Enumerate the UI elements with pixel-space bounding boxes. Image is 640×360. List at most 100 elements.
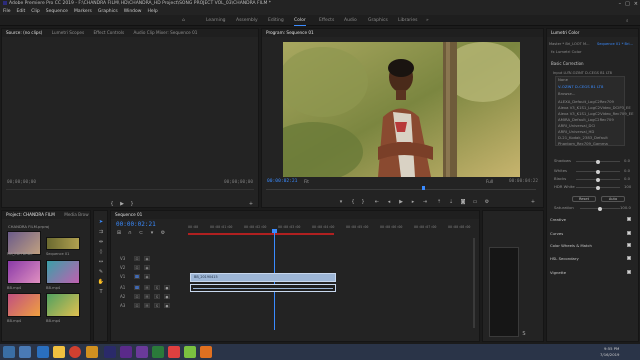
source-timecode-left[interactable]: 00;00;00;00	[7, 180, 36, 185]
hand-tool-icon[interactable]: ✋	[98, 279, 104, 285]
compare-view-icon[interactable]: ▭	[472, 199, 478, 205]
track-mute-icon[interactable]: M	[144, 294, 150, 299]
settings-icon[interactable]: ⚙	[484, 199, 490, 205]
insert-nest-icon[interactable]: ⊞	[116, 230, 122, 236]
track-mute-icon[interactable]: M	[144, 303, 150, 308]
program-fit-dropdown[interactable]: Fit	[304, 179, 309, 184]
workspace-more-icon[interactable]: »	[426, 18, 429, 23]
vlc-icon[interactable]	[86, 346, 98, 358]
file-explorer-icon[interactable]	[19, 346, 31, 358]
workspace-effects[interactable]: Effects	[319, 18, 334, 23]
track-eye-icon[interactable]: ◉	[144, 265, 150, 270]
workspace-color[interactable]: Color	[294, 18, 306, 26]
timeline-settings-icon[interactable]: ⚙	[160, 230, 166, 236]
lut-option[interactable]: Browse...	[558, 91, 575, 96]
shadows-value[interactable]: 0.0	[624, 158, 630, 163]
track-mute-icon[interactable]: M	[144, 285, 150, 290]
lut-option[interactable]: ALEXA_Default_LogC2Rec709	[558, 99, 614, 104]
tab-effect-controls[interactable]: Effect Controls	[93, 30, 124, 35]
mark-out-icon[interactable]: }	[129, 201, 135, 207]
close-icon[interactable]: ×	[634, 0, 638, 8]
razor-tool-icon[interactable]: ◊	[98, 249, 104, 255]
saturation-value[interactable]: 100.0	[620, 205, 631, 210]
track-label[interactable]: V2	[120, 265, 125, 270]
selection-tool-icon[interactable]: ➤	[98, 219, 104, 225]
blacks-slider-knob[interactable]	[596, 177, 600, 182]
play-icon[interactable]: ▶	[398, 199, 404, 205]
project-item-thumbnail[interactable]	[46, 260, 80, 284]
minimize-icon[interactable]: –	[619, 0, 622, 8]
program-quality-dropdown[interactable]: Full	[486, 179, 493, 184]
lut-option[interactable]: Alexa V3_K1S1_LogC2Video_Rec709_EE	[558, 111, 633, 116]
maximize-icon[interactable]: □	[625, 0, 630, 8]
go-to-out-icon[interactable]: ⇥	[422, 199, 428, 205]
creative-checkbox[interactable]	[627, 217, 631, 221]
mark-in-icon[interactable]: {	[109, 201, 115, 207]
track-mic-icon[interactable]: ●	[164, 303, 170, 308]
menu-edit[interactable]: Edit	[17, 8, 26, 15]
workspace-editing[interactable]: Editing	[268, 18, 284, 23]
track-label[interactable]: A1	[120, 285, 125, 290]
hdr-white-slider[interactable]	[576, 185, 620, 190]
pen-tool-icon[interactable]: ✎	[98, 269, 104, 275]
lut-option[interactable]: D-21_Kodak_2383_Default	[558, 135, 608, 140]
track-lock-icon[interactable]: ⊡	[134, 294, 140, 299]
home-icon[interactable]: ⌂	[182, 18, 185, 23]
menu-clip[interactable]: Clip	[31, 8, 40, 15]
project-item-thumbnail[interactable]	[46, 237, 80, 250]
taskbar-date[interactable]: 7/16/2019	[600, 352, 619, 357]
add-marker-icon[interactable]: ▾	[149, 230, 155, 236]
menu-help[interactable]: Help	[147, 8, 157, 15]
tab-audio-clip-mixer[interactable]: Audio Clip Mixer: Sequence 01	[134, 30, 198, 35]
track-mic-icon[interactable]: ●	[164, 285, 170, 290]
chrome-icon[interactable]	[69, 346, 81, 358]
audio-clip[interactable]	[190, 284, 336, 292]
step-forward-icon[interactable]: ▸	[410, 199, 416, 205]
extract-icon[interactable]: ⇣	[448, 199, 454, 205]
track-eye-icon[interactable]: ◉	[144, 274, 150, 279]
mark-out-icon[interactable]: }	[360, 199, 366, 205]
lut-option[interactable]: ARRI_Universal_HD	[558, 129, 594, 134]
tab-source[interactable]: Source: (no clips)	[6, 30, 42, 35]
app-icon[interactable]	[184, 346, 196, 358]
curves-section[interactable]: Curves	[550, 231, 563, 236]
lut-option[interactable]: AMIRA_Default_LogC2Rec709	[558, 117, 614, 122]
search-icon[interactable]: ⌕	[626, 18, 629, 24]
shadows-slider-knob[interactable]	[596, 159, 600, 164]
whites-value[interactable]: 0.0	[624, 168, 630, 173]
add-button-icon[interactable]: +	[530, 199, 536, 205]
menu-window[interactable]: Window	[124, 8, 142, 15]
project-item-thumbnail[interactable]	[7, 260, 41, 284]
ie-icon[interactable]	[37, 346, 49, 358]
play-icon[interactable]: ▶	[119, 201, 125, 207]
add-marker-icon[interactable]: ▾	[338, 199, 344, 205]
track-label[interactable]: V1	[120, 274, 125, 279]
start-icon[interactable]	[3, 346, 15, 358]
project-item-thumbnail[interactable]	[46, 293, 80, 317]
work-area-bar[interactable]	[188, 233, 334, 235]
saturation-slider[interactable]	[580, 206, 620, 211]
menu-graphics[interactable]: Graphics	[98, 8, 118, 15]
premiere-taskbar-icon[interactable]	[104, 346, 116, 358]
basic-correction-header[interactable]: Basic Correction	[551, 61, 584, 66]
shadows-slider[interactable]	[576, 159, 620, 164]
lumetri-sequence-clip[interactable]: Sequence 01 * Bri...	[597, 42, 633, 46]
lut-option-selected[interactable]: V-OZINT D-CEGS B1 LT8	[558, 84, 603, 89]
track-lock-icon[interactable]: ⊡	[134, 285, 140, 290]
after-effects-icon[interactable]	[120, 346, 132, 358]
curves-checkbox[interactable]	[627, 231, 631, 235]
reset-button[interactable]: Reset	[572, 196, 596, 202]
program-timecode-current[interactable]: 00:00:02:21	[267, 179, 297, 184]
track-eye-icon[interactable]: ◉	[144, 256, 150, 261]
blacks-slider[interactable]	[576, 177, 620, 182]
solo-meter-icon[interactable]: S	[521, 331, 527, 337]
snap-icon[interactable]: ∩	[127, 230, 133, 236]
tab-program[interactable]: Program: Sequence 01	[266, 30, 314, 35]
timeline-timecode[interactable]: 00:00:02:21	[116, 221, 156, 228]
slip-tool-icon[interactable]: ↔	[98, 259, 104, 265]
timeline-ruler[interactable]: 00:00 00:00:01:00 00:00:02:00 00:00:03:0…	[188, 222, 476, 236]
track-lock-icon[interactable]: ⊡	[134, 265, 140, 270]
track-lock-icon[interactable]: ⊡	[134, 303, 140, 308]
track-label[interactable]: A3	[120, 303, 125, 308]
program-playhead[interactable]	[422, 186, 425, 190]
